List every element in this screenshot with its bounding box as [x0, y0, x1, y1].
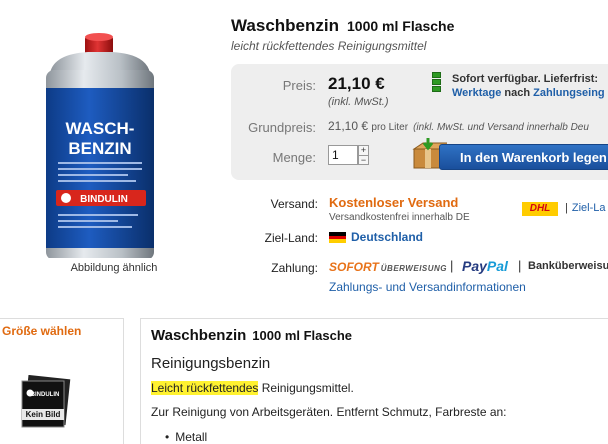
size-panel: Größe wählen BINDULIN Kein Bild [0, 318, 124, 444]
product-image[interactable]: WASCH- BENZIN BINDULIN [28, 18, 168, 260]
stock-payment-link[interactable]: Zahlungseing [533, 87, 605, 99]
description-title-name: Waschbenzin [151, 327, 247, 344]
shipping-value: Kostenloser Versand [329, 195, 459, 210]
country-link[interactable]: Deutschland [351, 230, 423, 244]
list-item: Metall [165, 430, 207, 444]
thumb-text: Kein Bild [26, 410, 61, 419]
stepper-minus-icon[interactable]: − [359, 155, 368, 165]
can-label-line1: WASCH- [66, 119, 135, 138]
unit-price-label: Grundpreis: [248, 120, 316, 135]
thumb-brand: BINDULIN [31, 392, 60, 398]
payment-divider: | [518, 258, 522, 273]
stock-days-link[interactable]: Werktage [452, 87, 501, 99]
unit-price-per: pro Liter [371, 122, 409, 133]
stock-after: nach [504, 87, 531, 99]
can-brand: BINDULIN [80, 194, 128, 205]
unit-price: 21,10 € pro Liter (inkl. MwSt. und Versan… [328, 119, 589, 133]
target-country-link[interactable]: Ziel-La [572, 202, 606, 214]
stock-status: Sofort verfügbar. Lieferfrist: [452, 73, 599, 85]
unit-price-note: (inkl. MwSt. und Versand innerhalb Deu [413, 122, 589, 133]
quantity-label: Menge: [272, 150, 316, 165]
bank-transfer: Banküberweisu [528, 260, 608, 272]
sofort-text: SOFORT [329, 260, 379, 274]
target-country-link-wrap: | Ziel-La [565, 202, 606, 214]
product-subtitle: leicht rückfettendes Reinigungsmittel [231, 39, 427, 53]
sofort-small: ÜBERWEISUNG [380, 264, 448, 273]
shipping-label: Versand: [270, 197, 318, 211]
image-caption: Abbildung ähnlich [70, 262, 158, 274]
paypal-part1: Pay [462, 258, 487, 274]
price-note: (inkl. MwSt.) [328, 96, 389, 108]
add-to-cart-button[interactable]: In den Warenkorb legen [439, 144, 608, 170]
payment-divider: | [450, 258, 454, 273]
product-size: 1000 ml Flasche [347, 18, 455, 34]
price-box: Preis: 21,10 € (inkl. MwSt.) Sofort verf… [231, 64, 608, 180]
no-image-thumbnail[interactable]: BINDULIN Kein Bild [20, 375, 72, 431]
paypal-logo: PayPal [462, 258, 508, 274]
stepper-plus-icon[interactable]: + [359, 146, 368, 155]
dhl-logo: DHL [522, 202, 558, 216]
price-label: Preis: [282, 78, 316, 93]
paypal-part2: Pal [486, 258, 508, 274]
description-line2: Zur Reinigung von Arbeitsgeräten. Entfer… [151, 405, 507, 419]
shipping-sub: Versandkostenfrei innerhalb DE [329, 212, 470, 223]
description-size: 1000 ml Flasche [252, 328, 353, 343]
description-line1: Leicht rückfettendes Reinigungsmittel. [151, 381, 354, 395]
price-value: 21,10 € [328, 74, 385, 93]
sofort-logo: SOFORT ÜBERWEISUNG [329, 260, 447, 274]
quantity-stepper[interactable]: + − [358, 145, 369, 165]
stock-delivery: Werktage nach Zahlungseing [452, 87, 605, 99]
unit-price-value: 21,10 € [328, 119, 369, 133]
description-line1-rest: Reinigungsmittel. [258, 381, 354, 395]
stock-traffic-light-icon [432, 72, 443, 96]
quantity-input[interactable]: 1 [328, 145, 358, 165]
can-illustration: WASCH- BENZIN BINDULIN [46, 33, 154, 260]
description-subtitle: Reinigungsbenzin [151, 355, 271, 372]
product-title-name: Waschbenzin [231, 16, 339, 35]
description-panel: Waschbenzin 1000 ml Flasche Reinigungsben… [140, 318, 608, 444]
can-label-line2: BENZIN [68, 139, 131, 158]
description-title: Waschbenzin 1000 ml Flasche [151, 327, 352, 344]
product-title: Waschbenzin 1000 ml Flasche [231, 16, 454, 36]
payment-label: Zahlung: [271, 261, 318, 275]
payment-shipping-info-link[interactable]: Zahlungs- und Versandinformationen [329, 280, 526, 294]
size-panel-title: Größe wählen [2, 324, 82, 338]
highlighted-text: Leicht rückfettendes [151, 381, 259, 395]
germany-flag-icon [329, 232, 346, 243]
country-label: Ziel-Land: [264, 231, 318, 245]
